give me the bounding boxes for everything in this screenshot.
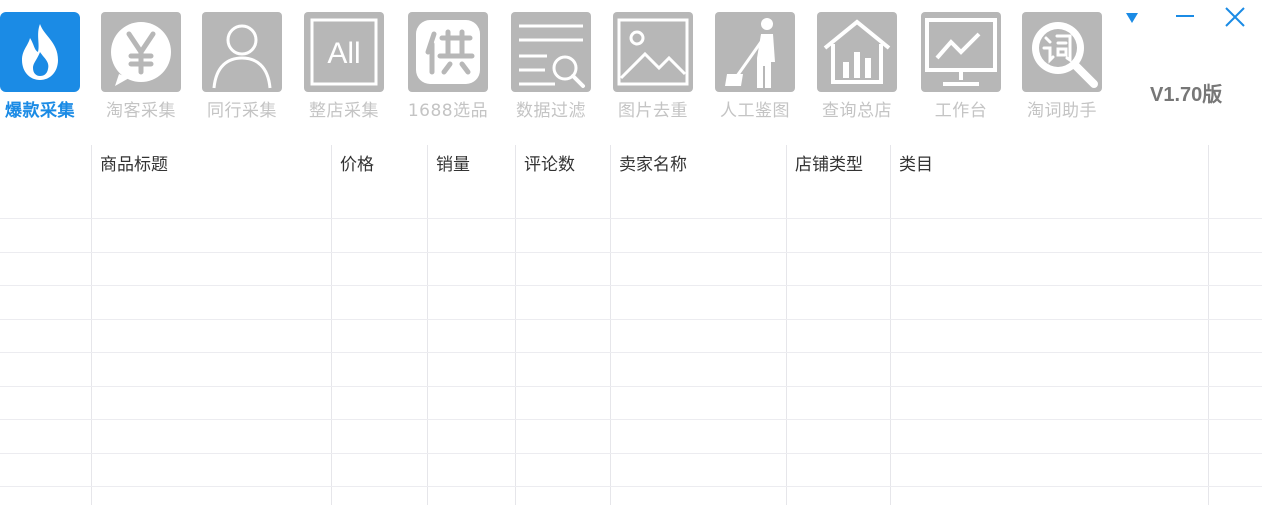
tool-label: 数据过滤 (516, 101, 586, 121)
close-icon[interactable] (1222, 4, 1248, 30)
table-row (0, 453, 1262, 454)
tool-label: 整店采集 (309, 101, 379, 121)
tool-label: 淘词助手 (1027, 101, 1097, 121)
tool-label: 查询总店 (822, 101, 892, 121)
table-row (0, 285, 1262, 286)
person-icon (202, 12, 282, 92)
minimize-icon[interactable] (1173, 4, 1197, 28)
column-divider (610, 145, 611, 505)
column-header-seller[interactable]: 卖家名称 (610, 145, 786, 185)
app-window: 爆款采集 淘客采集 同行采集 All 整店采集 1688选品 数据过滤 图片去重… (0, 0, 1269, 505)
toolbar: 爆款采集 淘客采集 同行采集 All 整店采集 1688选品 数据过滤 图片去重… (0, 0, 1269, 140)
monitor-chart-icon (921, 12, 1001, 92)
column-header-store-type[interactable]: 店铺类型 (786, 145, 890, 185)
store-chart-icon (817, 12, 897, 92)
tool-hot-collect[interactable]: 爆款采集 (0, 12, 85, 122)
sweeper-icon (715, 12, 795, 92)
column-header-extra[interactable] (1208, 145, 1262, 185)
results-table[interactable]: 商品标题 价格 销量 评论数 卖家名称 店铺类型 类目 (0, 145, 1262, 505)
tool-peer-collect[interactable]: 同行采集 (197, 12, 287, 122)
tool-manual-review[interactable]: 人工鉴图 (710, 12, 800, 122)
column-header-sales[interactable]: 销量 (427, 145, 515, 185)
column-divider (91, 145, 92, 505)
column-divider (515, 145, 516, 505)
tool-label: 人工鉴图 (720, 101, 790, 121)
tool-data-filter[interactable]: 数据过滤 (506, 12, 596, 122)
tool-taoke-collect[interactable]: 淘客采集 (96, 12, 186, 122)
column-header-category[interactable]: 类目 (890, 145, 1208, 185)
table-header: 商品标题 价格 销量 评论数 卖家名称 店铺类型 类目 (0, 145, 1262, 185)
column-divider (786, 145, 787, 505)
all-box-icon: All (304, 12, 384, 92)
flame-icon (0, 12, 80, 92)
table-row (0, 419, 1262, 420)
tool-label: 图片去重 (618, 101, 688, 121)
column-divider (427, 145, 428, 505)
supply-icon (408, 12, 488, 92)
column-header-price[interactable]: 价格 (331, 145, 427, 185)
table-row (0, 218, 1262, 219)
tool-store-collect[interactable]: All 整店采集 (299, 12, 389, 122)
tool-label: 工作台 (934, 101, 988, 121)
yen-chat-icon (101, 12, 181, 92)
column-header-index[interactable] (0, 145, 91, 185)
table-row (0, 352, 1262, 353)
tool-1688-select[interactable]: 1688选品 (403, 12, 493, 122)
column-divider (890, 145, 891, 505)
tool-image-dedupe[interactable]: 图片去重 (608, 12, 698, 122)
table-row (0, 252, 1262, 253)
tool-label: 爆款采集 (5, 101, 75, 121)
image-icon (613, 12, 693, 92)
tool-keyword-helper[interactable]: 淘词助手 (1017, 12, 1107, 122)
tool-label: 同行采集 (207, 101, 277, 121)
word-search-icon (1022, 12, 1102, 92)
svg-text:All: All (327, 37, 360, 70)
filter-search-icon (511, 12, 591, 92)
version-label: V1.70版 (1150, 84, 1223, 106)
tool-workbench[interactable]: 工作台 (916, 12, 1006, 122)
dropdown-triangle-icon[interactable] (1124, 10, 1140, 26)
tool-label: 淘客采集 (106, 101, 176, 121)
column-header-title[interactable]: 商品标题 (91, 145, 331, 185)
table-row (0, 386, 1262, 387)
table-row (0, 319, 1262, 320)
tool-query-store[interactable]: 查询总店 (812, 12, 902, 122)
column-divider (1208, 145, 1209, 505)
column-header-reviews[interactable]: 评论数 (515, 145, 610, 185)
tool-label: 1688选品 (407, 101, 489, 121)
table-row (0, 486, 1262, 487)
column-divider (331, 145, 332, 505)
